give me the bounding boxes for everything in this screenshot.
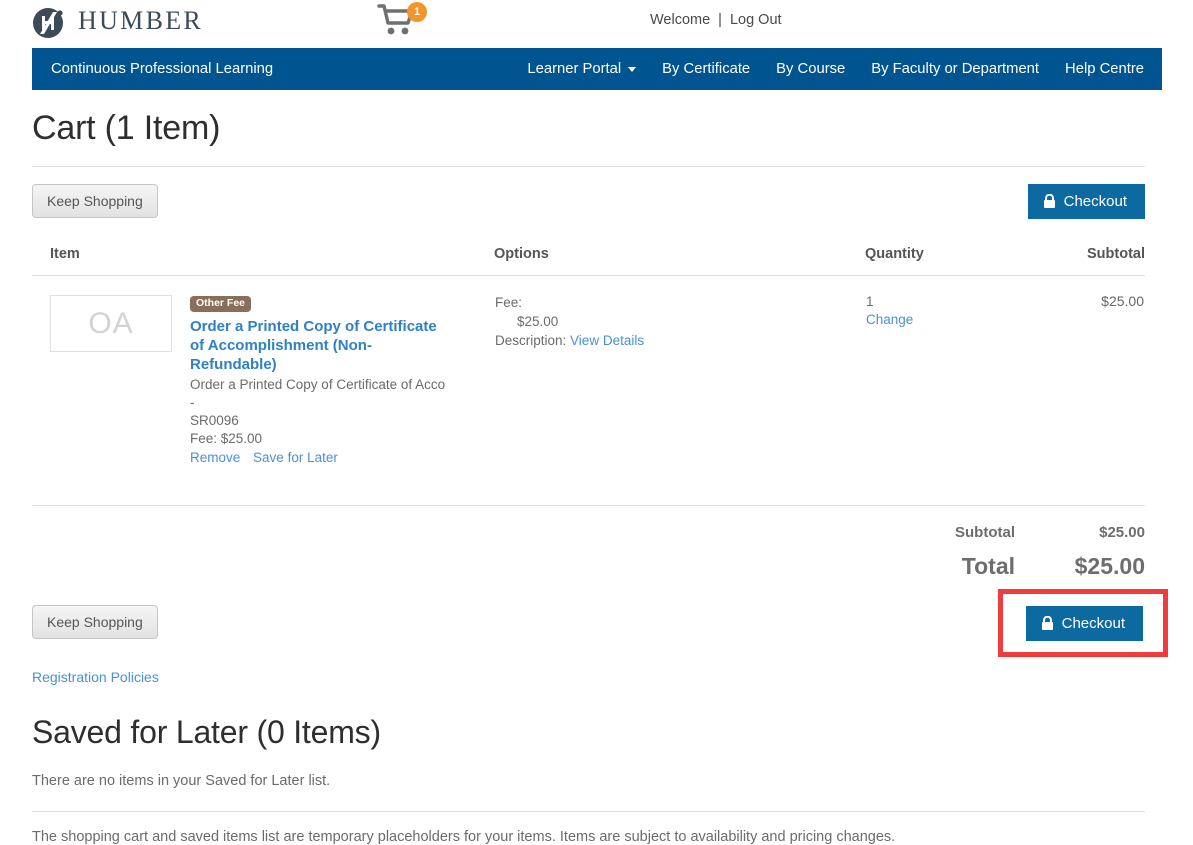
total-label: Total [961, 553, 1015, 580]
subtotal-value: $25.00 [1099, 524, 1145, 542]
humber-h-circle-logo [31, 3, 69, 41]
cart-item-cell: OA Other Fee Order a Printed Copy of Cer… [32, 276, 494, 467]
saved-for-later-empty-text: There are no items in your Saved for Lat… [32, 773, 331, 790]
table-row: OA Other Fee Order a Printed Copy of Cer… [32, 276, 1145, 467]
cart-subtotal-cell: $25.00 [1101, 293, 1144, 309]
options-fee-label: Fee: [495, 295, 523, 310]
bottom-action-row: Keep Shopping Checkout [32, 589, 1168, 665]
navbar-brand: Continuous Professional Learning [51, 61, 274, 77]
site-logo[interactable]: HUMBER [31, 3, 203, 41]
column-header-quantity: Quantity [865, 246, 1020, 276]
item-type-badge: Other Fee [190, 296, 252, 312]
item-details: Other Fee Order a Printed Copy of Certif… [190, 293, 452, 465]
cart-table: Item Options Quantity Subtotal OA Other … [32, 246, 1145, 466]
item-action-links: Remove Save for Later [190, 450, 452, 465]
registration-policies-link[interactable]: Registration Policies [32, 669, 159, 685]
account-links: Welcome | Log Out [650, 12, 782, 28]
item-quantity-value: 1 [866, 294, 874, 309]
site-header: HUMBER 1 Welcome | Log Out [0, 0, 1193, 48]
item-subtitle-line-2: SR0096 [190, 413, 239, 429]
subtotal-label: Subtotal [955, 524, 1015, 542]
options-description-row: Description: View Details [495, 331, 864, 350]
saved-for-later-title: Saved for Later (0 Items) [32, 714, 381, 751]
page-title: Cart (1 Item) [32, 109, 221, 147]
options-fee-value: $25.00 [517, 314, 559, 330]
nav-item-by-certificate[interactable]: By Certificate [649, 48, 763, 90]
nav-label: Learner Portal [527, 61, 622, 77]
cart-bottom-divider [32, 505, 1145, 507]
checkout-button-bottom[interactable]: Checkout [1025, 606, 1143, 642]
item-thumbnail-text: OA [88, 306, 134, 340]
checkout-label: Checkout [1061, 615, 1125, 633]
cart-table-body: OA Other Fee Order a Printed Copy of Cer… [32, 276, 1145, 467]
item-thumbnail: OA [50, 295, 172, 352]
footer-note: The shopping cart and saved items list a… [32, 829, 896, 845]
footer-divider [32, 811, 1145, 813]
cart-button[interactable]: 1 [377, 2, 427, 42]
cart-item-content: OA Other Fee Order a Printed Copy of Cer… [50, 293, 493, 465]
chevron-down-icon [628, 66, 637, 72]
navbar-links: Learner Portal By Certificate By Course … [511, 48, 1162, 90]
total-value: $25.00 [1074, 553, 1145, 580]
nav-item-by-faculty-or-department[interactable]: By Faculty or Department [858, 48, 1052, 90]
cart-table-header-row: Item Options Quantity Subtotal [32, 246, 1145, 276]
nav-item-learner-portal[interactable]: Learner Portal [511, 48, 649, 90]
save-for-later-link[interactable]: Save for Later [253, 450, 338, 465]
shopping-cart-icon [377, 4, 421, 44]
welcome-link[interactable]: Welcome [650, 12, 710, 28]
column-header-item: Item [32, 246, 494, 276]
lock-icon [1043, 193, 1056, 209]
cart-table-head: Item Options Quantity Subtotal [32, 246, 1145, 276]
options-description-label: Description: [495, 333, 567, 349]
account-separator: | [718, 12, 722, 28]
title-divider [32, 166, 1145, 167]
nav-item-by-course[interactable]: By Course [763, 48, 858, 90]
nav-item-help-centre[interactable]: Help Centre [1052, 48, 1162, 90]
logout-link[interactable]: Log Out [730, 12, 782, 28]
top-action-row: Keep Shopping Checkout [32, 184, 1145, 240]
item-fee-line: Fee: $25.00 [190, 431, 263, 447]
checkout-label: Checkout [1063, 193, 1127, 210]
remove-item-link[interactable]: Remove [190, 450, 240, 465]
checkout-button-top[interactable]: Checkout [1027, 184, 1145, 219]
top-checkout-wrap: Checkout [1027, 184, 1145, 219]
view-details-link[interactable]: View Details [570, 333, 644, 348]
item-subtitle-line-1: Order a Printed Copy of Certificate of A… [190, 377, 446, 411]
logo-wordmark: HUMBER [78, 6, 204, 35]
item-title-link[interactable]: Order a Printed Copy of Certificate of A… [190, 317, 452, 375]
lock-icon [1041, 616, 1054, 631]
column-header-subtotal: Subtotal [1020, 246, 1145, 276]
main-navbar: Continuous Professional Learning Learner… [32, 48, 1162, 90]
keep-shopping-button-top[interactable]: Keep Shopping [32, 184, 158, 218]
cart-quantity-cell: 1 Change [865, 276, 1020, 467]
column-header-options: Options [494, 246, 865, 276]
total-row: Total $25.00 [32, 553, 1145, 580]
subtotal-row: Subtotal $25.00 [32, 524, 1145, 541]
keep-shopping-button-bottom[interactable]: Keep Shopping [32, 605, 158, 640]
cart-badge-count: 1 [407, 2, 427, 22]
bottom-checkout-wrap: Checkout [1025, 606, 1143, 642]
cart-options-cell: Fee: $25.00 Description: View Details [494, 276, 865, 467]
change-quantity-link[interactable]: Change [866, 312, 1019, 327]
order-totals: Subtotal $25.00 Total $25.00 [32, 524, 1145, 580]
main-content: Cart (1 Item) Keep Shopping Checkout Ite… [32, 90, 1168, 845]
